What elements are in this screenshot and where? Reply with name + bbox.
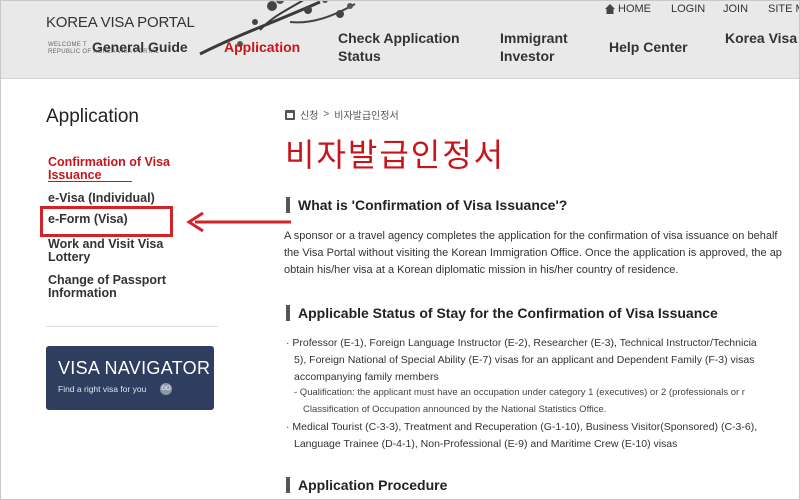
nav-help-center[interactable]: Help Center xyxy=(609,38,688,56)
breadcrumb-item[interactable]: 신청 xyxy=(300,107,318,122)
nav-immigrant-investor[interactable]: Immigrant Investor xyxy=(500,29,568,65)
visa-navigator-banner[interactable]: VISA NAVIGATOR Find a right visa for you… xyxy=(46,346,214,410)
sub-list-item: - Qualification: the applicant must have… xyxy=(294,387,745,398)
section-paragraph: A sponsor or a travel agency completes t… xyxy=(284,228,800,279)
page-title: 비자발급인정서 xyxy=(285,137,506,173)
home-icon xyxy=(605,4,615,14)
highlight-box-annotation xyxy=(40,206,173,237)
section-heading-what-is: What is 'Confirmation of Visa Issuance'? xyxy=(298,197,568,213)
nav-immigrant-line1: Immigrant xyxy=(500,30,568,46)
nav-korea-visa[interactable]: Korea Visa xyxy=(725,29,797,47)
paragraph-line: the Visa Portal without visiting the Kor… xyxy=(284,247,782,259)
home-icon[interactable] xyxy=(285,109,295,120)
nav-check-line1: Check Application xyxy=(338,30,460,46)
list-item: · Medical Tourist (C-3-3), Treatment and… xyxy=(286,421,758,433)
section-marker xyxy=(286,305,290,321)
sidebar-item-confirmation-of-visa-issuance[interactable]: Confirmation of Visa Issuance xyxy=(48,156,198,182)
util-link-sitemap[interactable]: SITE M xyxy=(768,3,800,15)
sidebar-item-label: e-Visa (Individual) xyxy=(48,191,155,205)
util-link-home[interactable]: HOME xyxy=(605,3,651,15)
arrow-left-icon xyxy=(186,211,291,233)
active-item-underline xyxy=(48,181,132,182)
section-marker xyxy=(286,197,290,213)
nav-application[interactable]: Application xyxy=(224,38,300,56)
nav-check-application-status[interactable]: Check Application Status xyxy=(338,29,468,65)
list-item-continuation: Language Trainee (D-4-1), Non-Profession… xyxy=(294,438,678,450)
section-heading-applicable-status: Applicable Status of Stay for the Confir… xyxy=(298,305,718,321)
site-logo-title[interactable]: KOREA VISA PORTAL xyxy=(46,14,195,31)
paragraph-line: obtain his/her visa at a Korean diplomat… xyxy=(284,264,679,276)
sidebar-title: Application xyxy=(46,106,139,127)
nav-check-line2: Status xyxy=(338,48,381,64)
sidebar-item-label-line2: Lottery xyxy=(48,250,91,264)
util-home-label: HOME xyxy=(618,3,651,15)
paragraph-line: A sponsor or a travel agency completes t… xyxy=(284,230,778,242)
breadcrumb-separator: > xyxy=(323,109,330,120)
util-link-join[interactable]: JOIN xyxy=(723,3,748,15)
nav-general-guide[interactable]: General Guide xyxy=(92,38,188,56)
sidebar-item-change-of-passport-information[interactable]: Change of Passport Information xyxy=(48,274,198,300)
sub-list-item-continuation: Classification of Occupation announced b… xyxy=(303,404,607,415)
banner-title: VISA NAVIGATOR xyxy=(58,358,211,378)
site-header: KOREA VISA PORTAL WELCOME T REPUBLIC OF … xyxy=(0,0,800,79)
banner-subtitle: Find a right visa for you xyxy=(58,384,147,394)
go-button[interactable]: GO xyxy=(160,383,172,395)
sidebar-item-e-visa-individual[interactable]: e-Visa (Individual) xyxy=(48,192,198,205)
list-item: · Professor (E-1), Foreign Language Inst… xyxy=(286,337,757,349)
list-item-continuation: 5), Foreign National of Special Ability … xyxy=(294,354,755,366)
util-link-login[interactable]: LOGIN xyxy=(671,3,705,15)
breadcrumb: 신청 > 비자발급인정서 xyxy=(285,107,399,122)
section-marker xyxy=(286,477,290,493)
breadcrumb-current: 비자발급인정서 xyxy=(334,111,399,122)
sidebar-divider xyxy=(46,326,218,327)
sidebar-item-label-line2: Information xyxy=(48,286,117,300)
section-heading-application-procedure: Application Procedure xyxy=(298,477,448,493)
sidebar-item-work-and-visit-visa-lottery[interactable]: Work and Visit Visa Lottery xyxy=(48,238,198,264)
nav-immigrant-line2: Investor xyxy=(500,48,555,64)
